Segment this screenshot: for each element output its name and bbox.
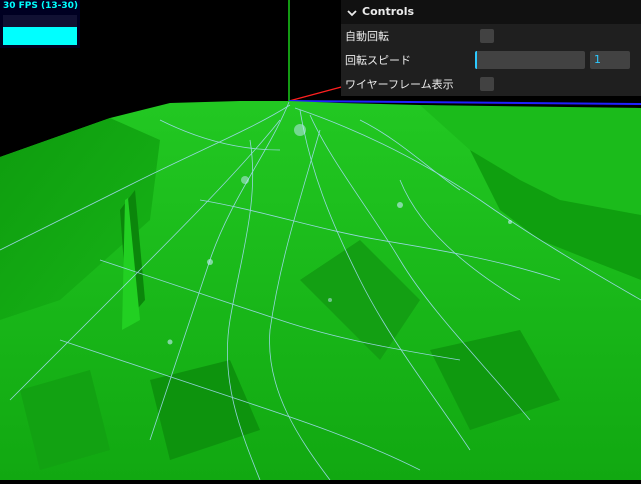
controls-title-bar[interactable]: Controls <box>341 0 641 24</box>
controls-title: Controls <box>362 5 415 18</box>
wireframe-label: ワイヤーフレーム表示 <box>345 78 454 91</box>
fps-stats-panel[interactable]: 30 FPS (13-30) <box>0 0 80 48</box>
chevron-down-icon <box>345 5 359 19</box>
rotate-speed-slider-fill <box>475 51 477 69</box>
auto-rotate-checkbox[interactable] <box>480 29 494 43</box>
fps-readout: 30 FPS (13-30) <box>3 1 79 11</box>
fps-history-bar <box>3 27 77 45</box>
wireframe-checkbox[interactable] <box>480 77 494 91</box>
wireframe-row: ワイヤーフレーム表示 <box>341 72 641 96</box>
auto-rotate-label: 自動回転 <box>345 30 389 43</box>
fps-history-graph <box>3 15 77 45</box>
rotate-speed-slider[interactable] <box>475 51 585 69</box>
rotate-speed-input[interactable]: 1 <box>590 51 630 69</box>
controls-panel: Controls 自動回転 回転スピード 1 ワイヤーフレーム表示 <box>341 0 641 96</box>
rotate-speed-label: 回転スピード <box>345 54 411 67</box>
auto-rotate-row: 自動回転 <box>341 24 641 48</box>
rotate-speed-row: 回転スピード 1 <box>341 48 641 72</box>
